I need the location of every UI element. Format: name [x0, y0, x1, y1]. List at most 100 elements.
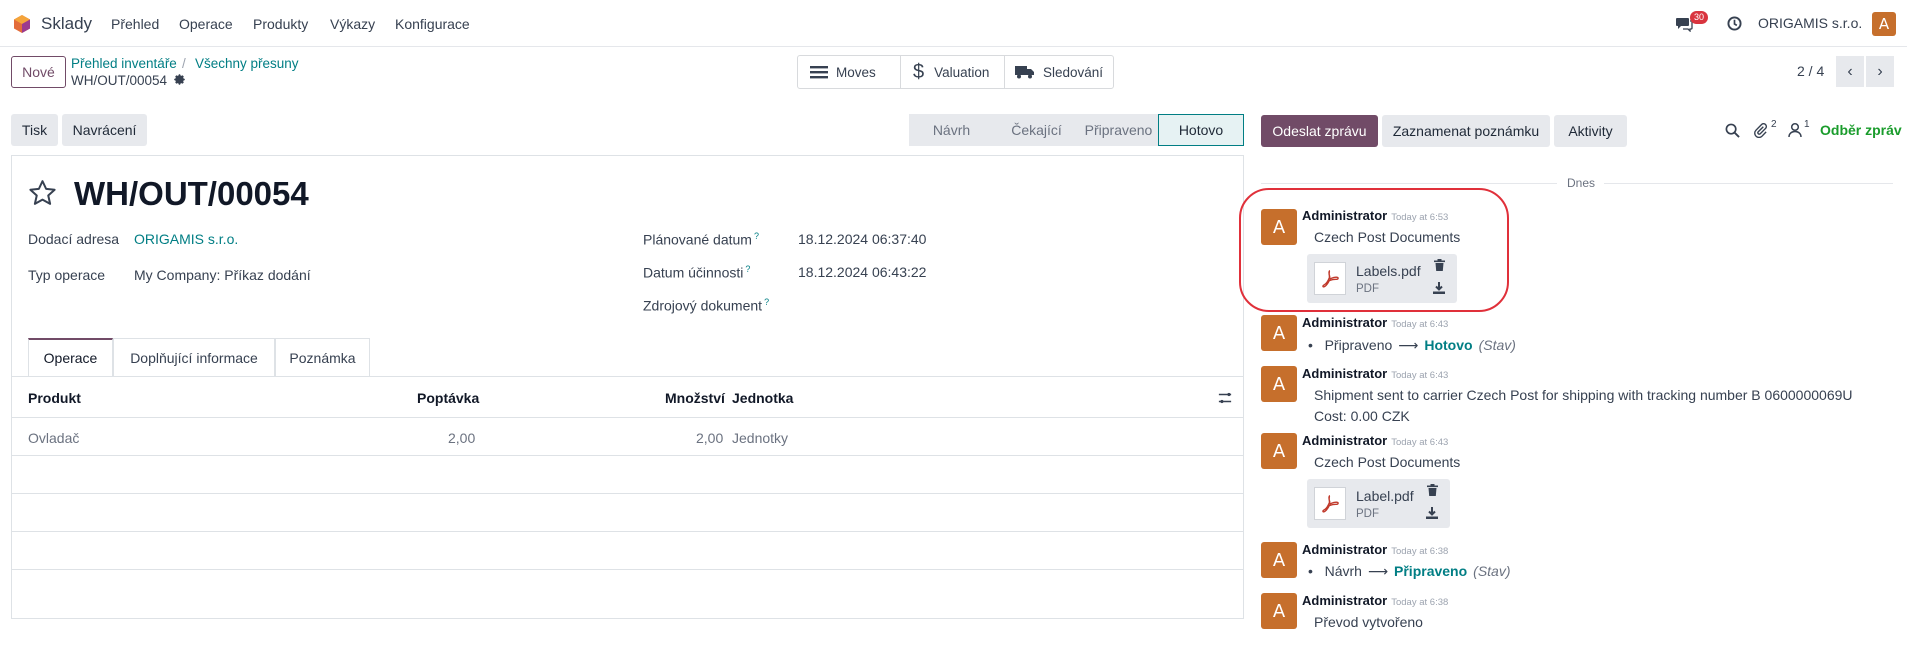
stage-waiting[interactable]: Čekající [994, 114, 1079, 146]
message-author[interactable]: Administrator Today at 6:43 [1302, 433, 1448, 448]
stage-draft[interactable]: Návrh [909, 114, 994, 146]
column-header-quantity[interactable]: Množství [665, 390, 725, 406]
menu-produkty[interactable]: Produkty [253, 16, 308, 32]
paperclip-icon[interactable] [1753, 122, 1768, 138]
arrow-right-icon: ⟶ [1398, 337, 1419, 353]
moves-smart-button[interactable]: Moves [798, 56, 901, 88]
activity-clock-icon[interactable] [1727, 16, 1742, 31]
log-note-button[interactable]: Zaznamenat poznámku [1382, 115, 1550, 147]
delivery-address-link[interactable]: ORIGAMIS s.r.o. [134, 231, 238, 247]
tracking-value: • Připraveno ⟶ Hotovo (Stav) [1308, 337, 1516, 353]
search-icon[interactable] [1725, 123, 1740, 138]
breadcrumb-separator: / [182, 56, 186, 71]
tab-note[interactable]: Poznámka [275, 338, 370, 376]
messages-count-badge: 30 [1690, 11, 1709, 24]
breadcrumb-inventory-overview[interactable]: Přehled inventáře [71, 56, 177, 71]
chevron-left-icon: ‹ [1847, 62, 1853, 80]
author-avatar[interactable]: A [1261, 593, 1297, 629]
breadcrumb-all-transfers[interactable]: Všechny přesuny [195, 56, 299, 71]
stage-done[interactable]: Hotovo [1158, 114, 1244, 146]
scheduled-date-value[interactable]: 18.12.2024 06:37:40 [798, 231, 926, 247]
tracking-old-value: Návrh [1324, 563, 1362, 579]
pager-next-button[interactable]: › [1866, 56, 1894, 87]
message-body: Shipment sent to carrier Czech Post for … [1314, 387, 1853, 403]
user-avatar[interactable]: A [1872, 12, 1896, 36]
effective-date-value[interactable]: 18.12.2024 06:43:22 [798, 264, 926, 280]
tracking-old-value: Připraveno [1324, 337, 1393, 353]
arrow-right-icon: ⟶ [1367, 563, 1389, 579]
author-avatar[interactable]: A [1261, 542, 1297, 578]
current-record-name: WH/OUT/00054 [71, 73, 168, 88]
activities-button[interactable]: Aktivity [1554, 115, 1627, 147]
pager-value[interactable]: 2 / 4 [1797, 63, 1824, 79]
tracking-value: • Návrh ⟶ Připraveno (Stav) [1308, 563, 1511, 579]
form-sheet [11, 155, 1244, 619]
favorite-star-icon[interactable] [27, 178, 58, 208]
print-button[interactable]: Tisk [11, 114, 58, 146]
app-name[interactable]: Sklady [41, 14, 92, 34]
pager-previous-button[interactable]: ‹ [1836, 56, 1864, 87]
column-header-product[interactable]: Produkt [28, 390, 81, 406]
help-icon[interactable]: ? [745, 264, 750, 274]
message-body: Czech Post Documents [1314, 454, 1461, 470]
author-avatar[interactable]: A [1261, 366, 1297, 402]
tracking-field: (Stav) [1478, 337, 1516, 353]
operation-type-label: Typ operace [28, 267, 106, 283]
tab-operations[interactable]: Operace [28, 338, 113, 376]
attachment-type: PDF [1356, 508, 1379, 520]
message-body: Převod vytvořeno [1314, 614, 1423, 630]
column-header-demand[interactable]: Poptávka [417, 390, 479, 406]
message-body-cost: Cost: 0.00 CZK [1314, 408, 1410, 424]
author-avatar[interactable]: A [1261, 315, 1297, 351]
date-separator-line [1604, 183, 1893, 184]
cell-product[interactable]: Ovladač [28, 430, 79, 446]
table-header-divider [12, 417, 1243, 418]
message-author[interactable]: Administrator Today at 6:38 [1302, 593, 1448, 608]
attachment-card[interactable]: Label.pdf PDF [1307, 479, 1450, 528]
download-icon[interactable] [1426, 507, 1438, 519]
help-icon[interactable]: ? [764, 297, 769, 307]
app-logo-icon[interactable] [12, 14, 32, 34]
smart-buttons: Moves $ Valuation Sledování [797, 55, 1114, 89]
new-button[interactable]: Nové [11, 56, 66, 88]
stage-ready[interactable]: Připraveno [1079, 114, 1158, 146]
gear-icon[interactable] [173, 73, 186, 86]
menu-konfigurace[interactable]: Konfigurace [395, 16, 470, 32]
help-icon[interactable]: ? [754, 231, 759, 241]
table-row-divider [12, 531, 1243, 532]
tracking-new-value: Hotovo [1424, 337, 1473, 353]
message-author[interactable]: Administrator Today at 6:43 [1302, 315, 1448, 330]
source-document-label: Zdrojový dokument? [643, 297, 770, 314]
operation-type-value[interactable]: My Company: Příkaz dodání [134, 267, 311, 283]
tracking-smart-button[interactable]: Sledování [1005, 56, 1113, 88]
top-navbar: Sklady Přehled Operace Produkty Výkazy K… [0, 0, 1907, 47]
valuation-label: Valuation [934, 64, 990, 80]
tab-divider [12, 376, 1243, 377]
menu-prehled[interactable]: Přehled [111, 16, 159, 32]
cell-quantity[interactable]: 2,00 [696, 430, 723, 446]
tracking-field: (Stav) [1473, 563, 1511, 579]
column-header-unit[interactable]: Jednotka [732, 390, 793, 406]
cell-unit[interactable]: Jednotky [732, 430, 788, 446]
followers-icon[interactable] [1788, 122, 1802, 138]
trash-icon[interactable] [1427, 484, 1438, 496]
message-author[interactable]: Administrator Today at 6:38 [1302, 542, 1448, 557]
valuation-smart-button[interactable]: $ Valuation [901, 56, 1005, 88]
tab-additional-info[interactable]: Doplňující informace [113, 338, 275, 376]
dollar-icon: $ [913, 60, 925, 83]
send-message-button[interactable]: Odeslat zprávu [1261, 115, 1378, 147]
record-title: WH/OUT/00054 [74, 175, 309, 212]
menu-vykazy[interactable]: Výkazy [330, 16, 375, 32]
menu-operace[interactable]: Operace [179, 16, 233, 32]
author-avatar[interactable]: A [1261, 433, 1297, 469]
chevron-right-icon: › [1877, 62, 1883, 80]
list-icon [810, 66, 828, 79]
column-settings-icon[interactable] [1218, 391, 1232, 405]
return-button[interactable]: Navrácení [62, 114, 147, 146]
company-switcher[interactable]: ORIGAMIS s.r.o. [1758, 15, 1862, 31]
message-author[interactable]: Administrator Today at 6:43 [1302, 366, 1448, 381]
follow-button[interactable]: Odběr zpráv [1820, 122, 1902, 138]
cell-demand[interactable]: 2,00 [448, 430, 475, 446]
scheduled-date-label: Plánované datum? [643, 231, 759, 248]
truck-icon [1015, 66, 1034, 79]
